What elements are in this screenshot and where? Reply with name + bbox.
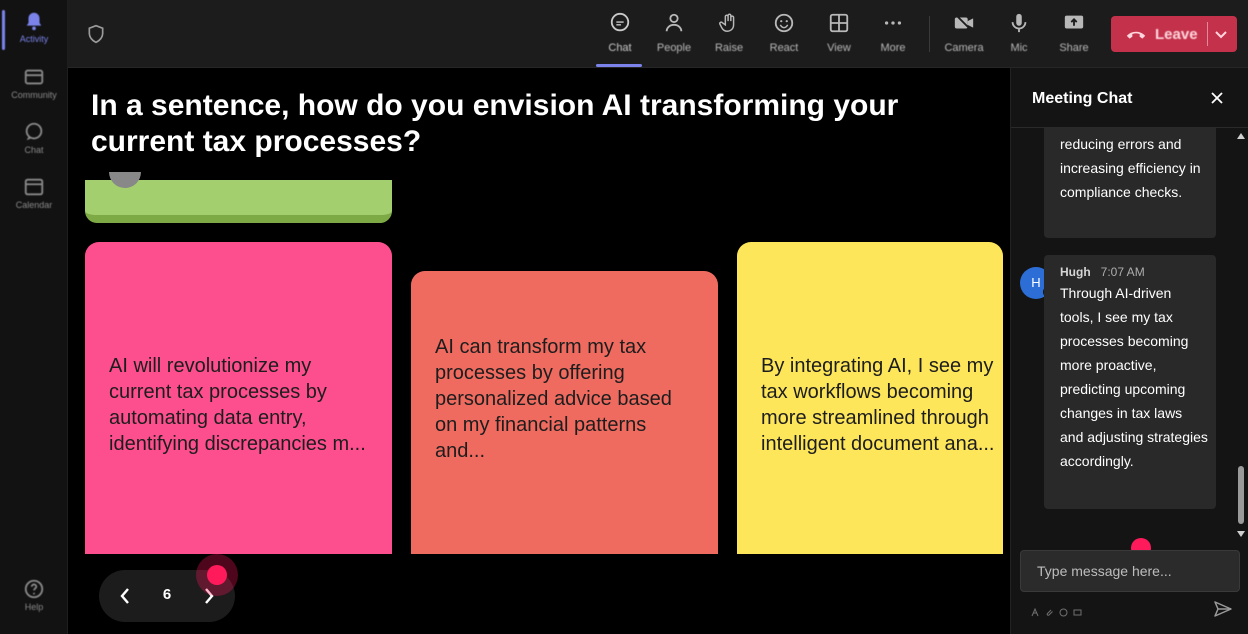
format-icon[interactable] bbox=[1031, 604, 1040, 617]
chat-button-label: Chat bbox=[608, 42, 632, 54]
chat-header: Meeting Chat bbox=[1011, 68, 1248, 128]
close-icon[interactable] bbox=[1209, 90, 1225, 106]
community-icon bbox=[24, 69, 44, 85]
chat-message: Hugh 7:07 AM Through AI-driven tools, I s… bbox=[1044, 255, 1216, 509]
app-rail: Activity Community Chat Calendar Help bbox=[0, 0, 68, 634]
scroll-down-arrow-icon[interactable] bbox=[1237, 530, 1245, 538]
smiley-icon bbox=[774, 13, 794, 33]
raise-button-label: Raise bbox=[714, 42, 744, 54]
mic-button-label: Mic bbox=[1010, 42, 1028, 54]
calendar-icon bbox=[24, 178, 44, 196]
hand-icon bbox=[719, 13, 735, 32]
react-button[interactable]: React bbox=[759, 12, 809, 54]
sticky-note-yellow[interactable]: By integrating AI, I see my tax workflow… bbox=[737, 242, 1003, 554]
view-button[interactable]: View bbox=[814, 12, 864, 54]
share-screen-icon bbox=[1064, 15, 1084, 29]
microphone-icon bbox=[1011, 13, 1027, 33]
more-button[interactable]: More bbox=[868, 12, 918, 54]
people-button[interactable]: People bbox=[649, 12, 699, 54]
note-avatar bbox=[109, 172, 141, 188]
message-input[interactable] bbox=[1020, 550, 1240, 592]
attach-icon[interactable] bbox=[1045, 604, 1054, 616]
page-number: 6 bbox=[162, 586, 172, 603]
message-author: Hugh bbox=[1060, 265, 1091, 279]
chevron-left-icon[interactable] bbox=[115, 584, 135, 608]
meeting-toolbar: Chat People Raise React View More Camera… bbox=[68, 0, 1248, 68]
shield-icon[interactable] bbox=[86, 24, 106, 44]
gif-icon[interactable] bbox=[1073, 604, 1082, 616]
bell-icon bbox=[26, 12, 42, 31]
note-text: AI can transform my tax processes by off… bbox=[435, 335, 672, 462]
shared-board: In a sentence, how do you envision AI tr… bbox=[68, 68, 1010, 634]
leave-button[interactable]: Leave bbox=[1111, 16, 1237, 52]
click-indicator bbox=[196, 554, 238, 596]
scroll-up-arrow-icon[interactable] bbox=[1237, 132, 1245, 140]
sticky-note-green[interactable] bbox=[85, 172, 392, 223]
note-text: AI will revolutionize my current tax pro… bbox=[109, 355, 366, 455]
mic-button[interactable]: Mic bbox=[994, 12, 1044, 54]
people-button-label: People bbox=[656, 42, 692, 54]
leave-button-label: Leave bbox=[1155, 25, 1198, 43]
raise-hand-button[interactable]: Raise bbox=[704, 12, 754, 54]
chat-icon bbox=[25, 122, 43, 141]
note-text: By integrating AI, I see my tax workflow… bbox=[761, 355, 995, 455]
leave-divider bbox=[1207, 22, 1208, 46]
rail-item-label: Chat bbox=[24, 145, 44, 155]
send-icon[interactable] bbox=[1213, 599, 1233, 619]
camera-button[interactable]: Camera bbox=[939, 12, 989, 54]
rail-item-label: Community bbox=[11, 90, 57, 100]
more-button-label: More bbox=[880, 42, 906, 54]
sticky-note-pink[interactable]: AI will revolutionize my current tax pro… bbox=[85, 242, 392, 554]
message-meta: Hugh 7:07 AM bbox=[1060, 263, 1216, 281]
chat-scrollbar[interactable] bbox=[1235, 130, 1247, 542]
meeting-chat-panel: Meeting Chat reducing errors and increas… bbox=[1010, 68, 1248, 634]
share-button-label: Share bbox=[1059, 42, 1089, 54]
compose-actions bbox=[1031, 604, 1111, 617]
chat-button[interactable]: Chat bbox=[595, 12, 645, 67]
board-question: In a sentence, how do you envision AI tr… bbox=[91, 89, 899, 158]
chat-message: reducing errors and increasing efficienc… bbox=[1044, 128, 1216, 238]
camera-off-icon bbox=[954, 14, 974, 32]
chevron-down-icon[interactable] bbox=[1214, 27, 1228, 41]
rail-item-label: Help bbox=[24, 602, 44, 612]
rail-item-label: Activity bbox=[19, 34, 49, 44]
grid-icon bbox=[829, 13, 849, 33]
rail-item-community[interactable]: Community bbox=[0, 66, 68, 100]
message-text: Through AI-driven tools, I see my tax pr… bbox=[1060, 285, 1208, 469]
people-icon bbox=[665, 13, 683, 32]
help-icon bbox=[24, 579, 44, 599]
share-button[interactable]: Share bbox=[1049, 12, 1099, 54]
emoji-icon[interactable] bbox=[1059, 604, 1068, 617]
more-dots-icon bbox=[884, 21, 902, 25]
rail-item-help[interactable]: Help bbox=[0, 578, 68, 612]
rail-item-activity[interactable]: Activity bbox=[0, 10, 68, 50]
react-button-label: React bbox=[769, 42, 799, 54]
scroll-thumb[interactable] bbox=[1238, 466, 1244, 524]
chat-title: Meeting Chat bbox=[1032, 90, 1133, 107]
rail-item-label: Calendar bbox=[15, 200, 53, 210]
view-button-label: View bbox=[827, 42, 851, 54]
hang-up-icon bbox=[1126, 31, 1146, 39]
rail-item-calendar[interactable]: Calendar bbox=[0, 176, 68, 210]
message-time: 7:07 AM bbox=[1100, 265, 1145, 279]
rail-item-chat[interactable]: Chat bbox=[0, 121, 68, 155]
camera-button-label: Camera bbox=[944, 42, 984, 54]
sticky-note-coral[interactable]: AI can transform my tax processes by off… bbox=[411, 271, 718, 554]
message-text: reducing errors and increasing efficienc… bbox=[1060, 136, 1201, 200]
chat-icon bbox=[610, 12, 630, 32]
toolbar-divider bbox=[929, 16, 930, 52]
